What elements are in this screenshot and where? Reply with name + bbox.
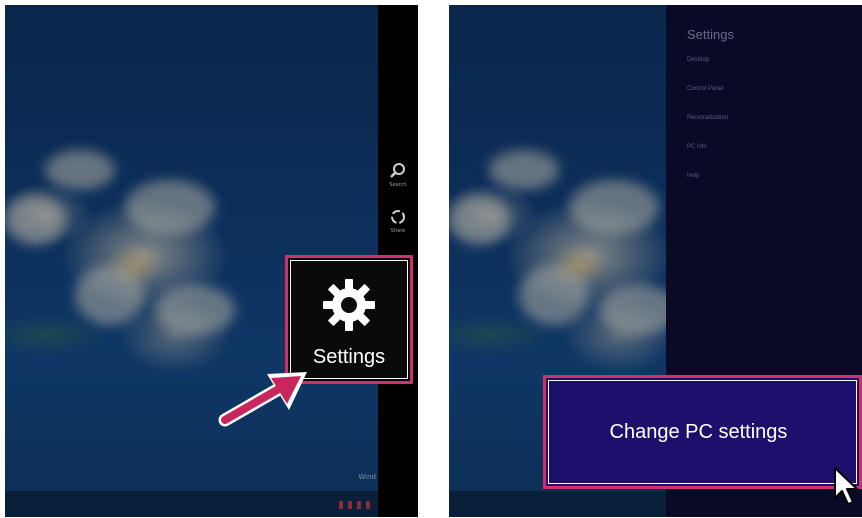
- pane-item-help[interactable]: Help: [687, 173, 699, 179]
- highlight-inner-border: [290, 260, 408, 379]
- pane-item-personalization[interactable]: Personalization: [687, 115, 728, 121]
- share-icon: [391, 210, 405, 224]
- charm-label-share: Share: [390, 228, 406, 234]
- system-tray: [339, 501, 370, 509]
- tray-icon[interactable]: [366, 501, 370, 509]
- pane-title: Settings: [687, 27, 734, 42]
- tray-icon[interactable]: [348, 501, 352, 509]
- tray-icon[interactable]: [339, 501, 343, 509]
- change-pc-settings-label: Change PC settings: [609, 420, 788, 443]
- taskbar: [5, 491, 418, 517]
- charm-label-search: Search: [389, 182, 407, 188]
- change-pc-settings-button[interactable]: Change PC settings: [543, 375, 862, 489]
- pane-item-control-panel[interactable]: Control Panel: [687, 86, 723, 92]
- settings-charm-button[interactable]: Settings: [285, 255, 413, 384]
- charm-share[interactable]: Share: [378, 199, 418, 243]
- tray-icon[interactable]: [357, 501, 361, 509]
- arrow-pointer-icon: [218, 372, 307, 427]
- pane-item-desktop[interactable]: Desktop: [687, 57, 709, 63]
- screenshot-root: Wind Search Share Settings Settings Desk…: [0, 0, 862, 518]
- mouse-cursor-icon: [834, 467, 858, 505]
- search-icon: [390, 163, 405, 178]
- charm-search[interactable]: Search: [378, 153, 418, 197]
- windows-watermark: Wind: [358, 473, 376, 481]
- pane-item-pc-info[interactable]: PC info: [687, 144, 707, 150]
